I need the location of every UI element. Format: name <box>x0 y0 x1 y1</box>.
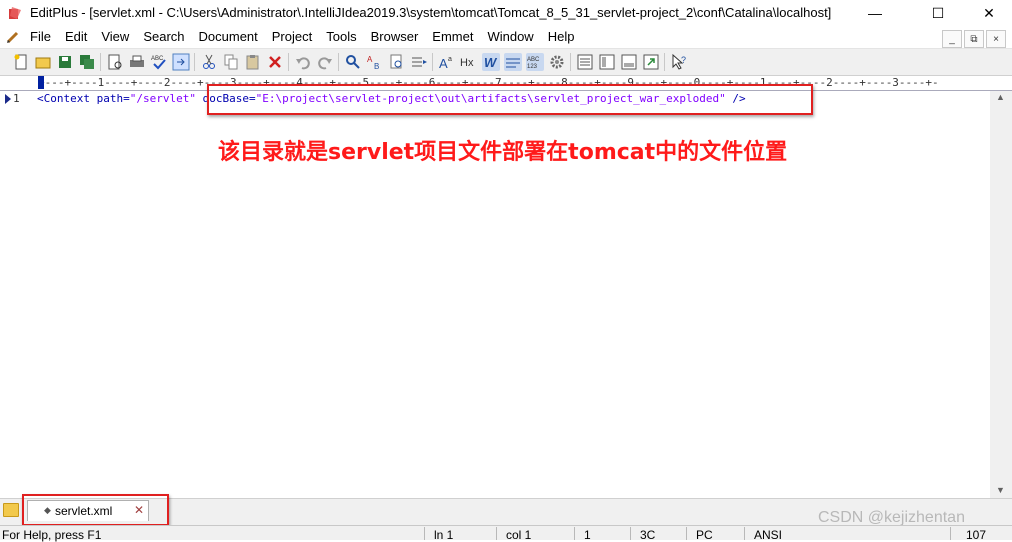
status-file-size: 107 <box>966 528 987 542</box>
close-button[interactable]: ✕ <box>966 0 1012 26</box>
status-bar: For Help, press F1 ln 1 col 1 1 3C PC AN… <box>0 525 1012 542</box>
editplus-app-icon <box>9 7 21 19</box>
open-folder-icon[interactable] <box>34 53 52 71</box>
svg-text:B: B <box>374 62 379 71</box>
svg-text:A: A <box>439 56 448 71</box>
mdi-close-button[interactable]: × <box>986 30 1006 48</box>
status-help: For Help, press F1 <box>2 528 102 542</box>
status-hex: 3C <box>640 528 656 542</box>
window-title: EditPlus - [servlet.xml - C:\Users\Admin… <box>30 5 832 20</box>
status-line-count: 1 <box>584 528 591 542</box>
status-line-ending: PC <box>696 528 713 542</box>
annotation-text: 该目录就是servlet项目文件部署在tomcat中的文件位置 <box>218 140 788 165</box>
svg-text:ABC: ABC <box>151 56 164 62</box>
goto-line-icon[interactable] <box>410 53 428 71</box>
docbase-highlight-box <box>207 84 813 115</box>
ruler-caret-marker <box>38 76 44 89</box>
directory-window-icon[interactable] <box>598 53 616 71</box>
mdi-controls: _ ⧉ × <box>940 30 1006 48</box>
find-in-files-icon[interactable] <box>388 53 406 71</box>
svg-text:W: W <box>484 55 498 70</box>
line-numbers-icon[interactable]: ABC123 <box>526 53 544 71</box>
menu-project[interactable]: Project <box>272 29 312 44</box>
code-tag-name: Context <box>43 92 90 105</box>
svg-text:a: a <box>448 56 452 63</box>
current-line-arrow-icon <box>5 94 11 104</box>
code-value-path: "/servlet" <box>129 92 196 105</box>
vertical-scrollbar[interactable]: ▲ ▼ <box>990 91 1012 498</box>
svg-text:123: 123 <box>527 64 538 70</box>
mdi-restore-button[interactable]: ⧉ <box>964 30 984 48</box>
font-icon[interactable]: Aa <box>438 53 456 71</box>
context-help-icon[interactable]: ? <box>670 53 688 71</box>
output-window-icon[interactable] <box>620 53 638 71</box>
cut-icon[interactable] <box>200 53 218 71</box>
svg-text:Hx: Hx <box>460 57 474 69</box>
toolbar: ABC AB Aa Hx W ABC 123 ? <box>0 48 1012 76</box>
menu-items: File Edit View Search Document Project T… <box>30 29 588 44</box>
paste-icon[interactable] <box>244 53 262 71</box>
preferences-gear-icon[interactable] <box>548 53 566 71</box>
minimize-button[interactable]: — <box>852 0 898 26</box>
code-open-bracket: < <box>37 92 44 105</box>
cliptext-window-icon[interactable] <box>576 53 594 71</box>
mdi-minimize-button[interactable]: _ <box>942 30 962 48</box>
print-icon[interactable] <box>128 53 146 71</box>
line-number: 1 <box>13 92 20 105</box>
folder-icon[interactable] <box>3 503 19 517</box>
undo-icon[interactable] <box>294 53 312 71</box>
document-pencil-icon <box>6 31 19 44</box>
menu-search[interactable]: Search <box>143 29 184 44</box>
scroll-up-arrow-icon[interactable]: ▲ <box>996 92 1005 102</box>
status-col: col 1 <box>506 528 532 542</box>
scroll-down-arrow-icon[interactable]: ▼ <box>996 485 1005 495</box>
menu-window[interactable]: Window <box>487 29 533 44</box>
copy-icon[interactable] <box>222 53 240 71</box>
menu-view[interactable]: View <box>101 29 129 44</box>
print-preview-icon[interactable] <box>106 53 124 71</box>
word-wrap-icon[interactable] <box>172 53 190 71</box>
ruler-toggle-icon[interactable] <box>504 53 522 71</box>
menu-tools[interactable]: Tools <box>326 29 356 44</box>
word-wrap-toggle-icon[interactable]: W <box>482 53 500 71</box>
menu-help[interactable]: Help <box>548 29 575 44</box>
find-icon[interactable] <box>344 53 362 71</box>
svg-text:ABC: ABC <box>527 57 540 63</box>
code-attr-path: path= <box>89 92 130 105</box>
menu-document[interactable]: Document <box>199 29 258 44</box>
menu-browser[interactable]: Browser <box>371 29 419 44</box>
svg-text:A: A <box>367 55 373 64</box>
redo-icon[interactable] <box>316 53 334 71</box>
status-line: ln 1 <box>434 528 454 542</box>
svg-text:?: ? <box>681 55 686 65</box>
new-file-icon[interactable] <box>12 53 30 71</box>
menu-emmet[interactable]: Emmet <box>432 29 473 44</box>
menu-edit[interactable]: Edit <box>65 29 87 44</box>
delete-icon[interactable] <box>266 53 284 71</box>
status-encoding: ANSI <box>754 528 783 542</box>
maximize-button[interactable]: ☐ <box>915 0 961 26</box>
save-all-icon[interactable] <box>78 53 96 71</box>
replace-icon[interactable]: AB <box>366 53 384 71</box>
save-icon[interactable] <box>56 53 74 71</box>
hex-view-icon[interactable]: Hx <box>460 53 478 71</box>
spell-check-icon[interactable]: ABC <box>150 53 168 71</box>
tab-highlight-box <box>22 494 169 526</box>
menu-file[interactable]: File <box>30 29 51 44</box>
browser-preview-icon[interactable] <box>642 53 660 71</box>
